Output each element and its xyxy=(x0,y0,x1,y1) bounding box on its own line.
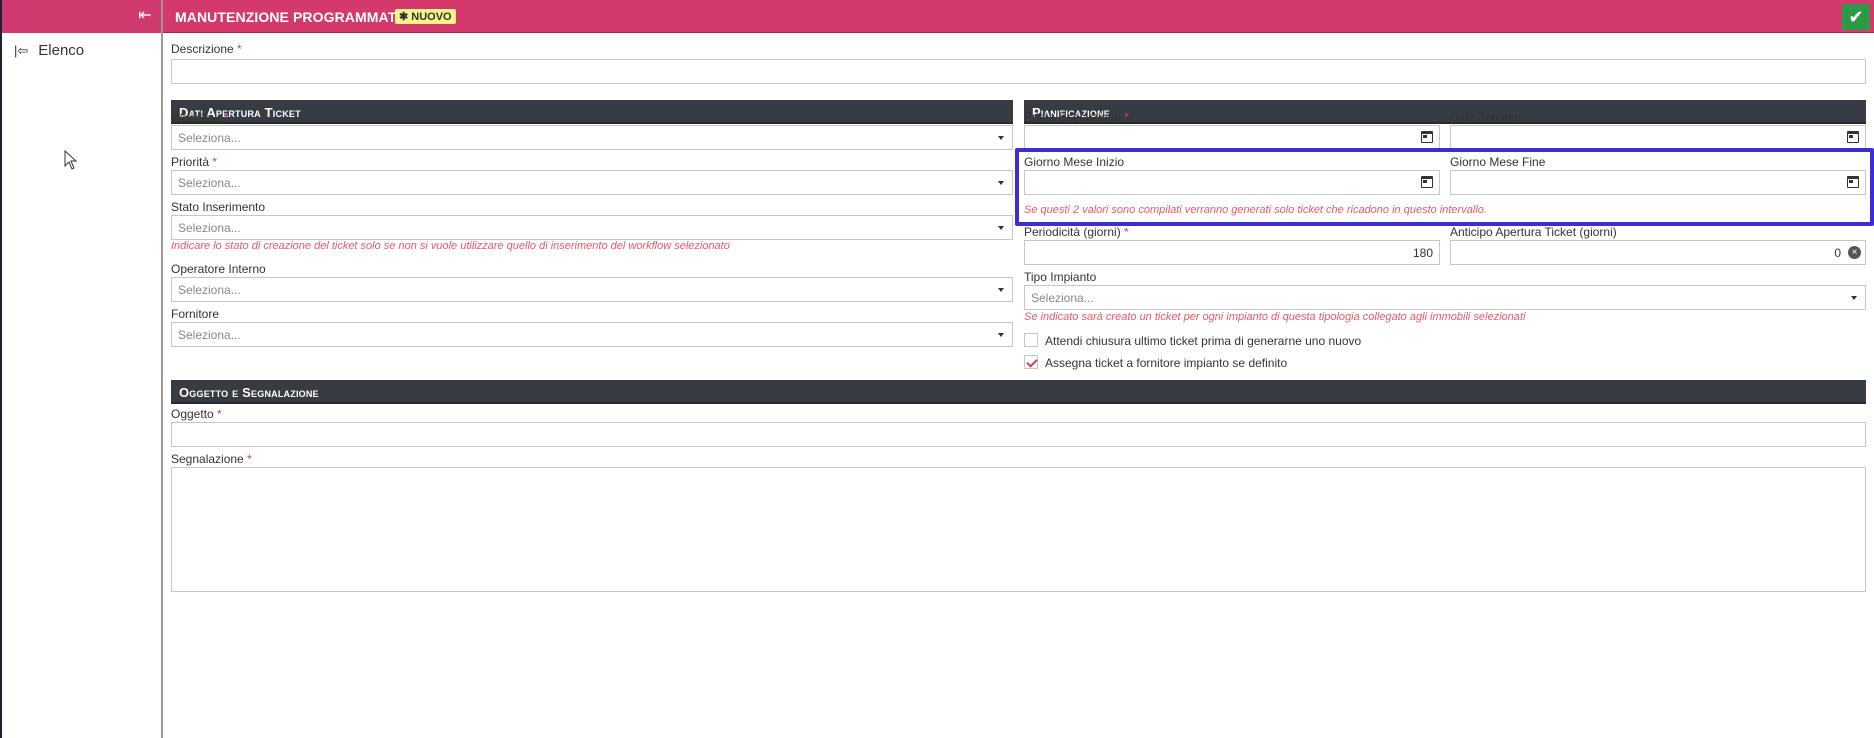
giorno-mese-inizio-input[interactable] xyxy=(1024,170,1440,195)
giorno-mese-fine-input[interactable] xyxy=(1450,170,1866,195)
assegna-checkbox[interactable] xyxy=(1024,355,1038,369)
section-pianificazione: Pianificazione xyxy=(1024,100,1866,124)
operatore-select[interactable]: Seleziona... xyxy=(171,277,1013,302)
confirm-button[interactable]: ✔ xyxy=(1842,4,1870,30)
descrizione-label: Descrizione * xyxy=(171,42,242,56)
anticipo-input[interactable]: 0 × xyxy=(1450,240,1866,265)
calendar-icon[interactable] xyxy=(1421,176,1433,188)
operatore-label: Operatore Interno xyxy=(171,262,266,276)
sidebar-item-elenco[interactable]: |⇦ Elenco xyxy=(14,42,84,59)
section-dati-apertura: Dati Apertura Ticket xyxy=(171,100,1013,124)
giorno-mese-inizio-label: Giorno Mese Inizio xyxy=(1024,155,1125,169)
periodicita-label: Periodicità (giorni) * xyxy=(1024,225,1129,239)
section-oggetto: Oggetto e Segnalazione xyxy=(171,380,1866,404)
attendi-checkbox[interactable] xyxy=(1024,333,1038,347)
calendar-icon[interactable] xyxy=(1421,131,1433,143)
tipo-impianto-label: Tipo Impianto xyxy=(1024,270,1097,284)
segnalazione-textarea[interactable] xyxy=(171,467,1866,592)
sidebar: ⇤ |⇦ Elenco xyxy=(0,0,161,738)
anticipo-label: Anticipo Apertura Ticket (giorni) xyxy=(1450,225,1617,239)
stato-hint: Indicare lo stato di creazione del ticke… xyxy=(171,240,730,252)
periodicita-value: 180 xyxy=(1412,246,1433,260)
oggetto-input[interactable] xyxy=(171,422,1866,447)
anticipo-value: 0 xyxy=(1834,246,1841,260)
prima-esecuzione-label: Prima Esecuzione * xyxy=(1024,110,1129,124)
back-arrow-icon: |⇦ xyxy=(14,42,29,58)
workflow-label: Workflow * xyxy=(171,111,229,125)
periodicita-input[interactable]: 180 xyxy=(1024,240,1440,265)
priorita-label: Priorità * xyxy=(171,155,218,169)
page-header: MANUTENZIONE PROGRAMMATA ✱ NUOVO ✔ xyxy=(163,0,1874,33)
attendi-label: Attendi chiusura ultimo ticket prima di … xyxy=(1045,334,1362,348)
clear-icon[interactable]: × xyxy=(1848,246,1861,259)
data-termine-input[interactable] xyxy=(1450,125,1866,150)
segnalazione-label: Segnalazione * xyxy=(171,452,252,466)
assegna-label: Assegna ticket a fornitore impianto se d… xyxy=(1045,356,1288,370)
collapse-sidebar-icon[interactable]: ⇤ xyxy=(137,6,153,26)
checkmark-icon: ✔ xyxy=(1848,7,1864,27)
prima-esecuzione-input[interactable] xyxy=(1024,125,1440,150)
intervallo-hint: Se questi 2 valori sono compilati verran… xyxy=(1024,204,1487,216)
fornitore-label: Fornitore xyxy=(171,307,220,321)
workflow-select[interactable]: Seleziona... xyxy=(171,125,1013,150)
mouse-cursor-icon xyxy=(64,150,78,170)
giorno-mese-fine-label: Giorno Mese Fine xyxy=(1450,155,1546,169)
tipo-impianto-select[interactable]: Seleziona... xyxy=(1024,285,1866,310)
oggetto-label: Oggetto * xyxy=(171,407,222,421)
descrizione-input[interactable] xyxy=(171,59,1866,84)
sidebar-header: ⇤ xyxy=(2,0,161,33)
tipo-impianto-hint: Se indicato sarà creato un ticket per og… xyxy=(1024,311,1526,323)
calendar-icon[interactable] xyxy=(1847,131,1859,143)
page-title: MANUTENZIONE PROGRAMMATA xyxy=(175,9,406,25)
form-content: Descrizione * Dati Apertura Ticket Piani… xyxy=(163,33,1874,738)
status-badge: ✱ NUOVO xyxy=(395,9,456,24)
priorita-select[interactable]: Seleziona... xyxy=(171,170,1013,195)
data-termine-label: Data Termine xyxy=(1450,110,1522,124)
calendar-icon[interactable] xyxy=(1847,176,1859,188)
sidebar-item-label: Elenco xyxy=(38,42,85,59)
stato-inserimento-select[interactable]: Seleziona... xyxy=(171,215,1013,240)
stato-inserimento-label: Stato Inserimento xyxy=(171,200,266,214)
fornitore-select[interactable]: Seleziona... xyxy=(171,322,1013,347)
